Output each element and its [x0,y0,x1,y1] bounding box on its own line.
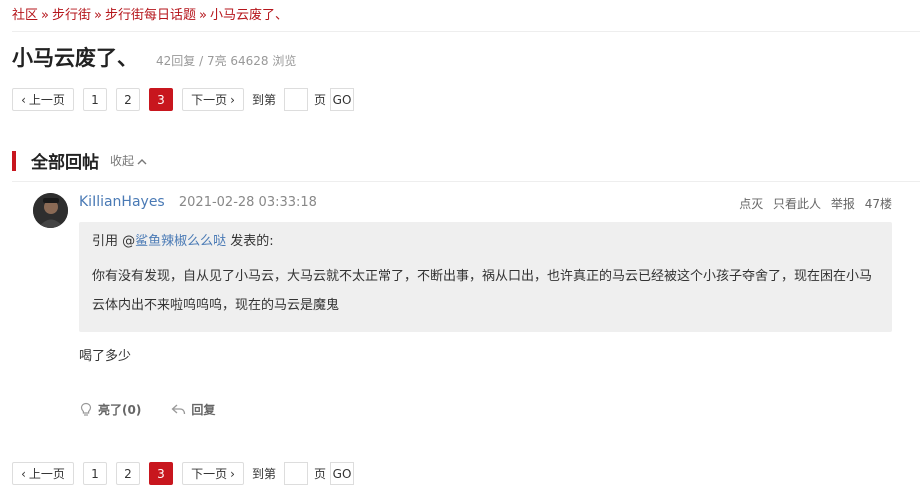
author-name[interactable]: KiIlianHayes [79,194,165,210]
pagination-top: ‹ 上一页 1 2 3 下一页 › 到第 页 GO [12,88,355,111]
quoted-user-link[interactable]: 鲨鱼辣椒么么哒 [135,234,226,249]
post-meta: KiIlianHayes 2021-02-28 03:33:18 [79,194,317,210]
page-unit-label: 页 [314,467,327,481]
page-2-button[interactable]: 2 [116,462,140,485]
page-3-button-current[interactable]: 3 [149,462,173,485]
breadcrumb-community[interactable]: 社区 [12,8,38,23]
breadcrumb-daily-topic[interactable]: 步行街每日话题 [105,8,196,23]
avatar-image [33,193,68,228]
chevron-right-icon: › [230,92,235,107]
section-accent-bar [12,150,16,171]
section-title: 全部回帖 [31,153,99,173]
quote-body: 你有没有发现，自从见了小马云，大马云就不太正常了，不断出事，祸从口出，也许真正的… [92,269,873,313]
page-1-button[interactable]: 1 [83,462,107,485]
reply-icon [171,403,186,416]
pagination-bottom: ‹ 上一页 1 2 3 下一页 › 到第 页 GO [12,462,355,485]
prev-page-label: 上一页 [28,467,65,481]
page-2-button[interactable]: 2 [116,88,140,111]
go-button[interactable]: GO [330,88,355,111]
prev-page-button[interactable]: ‹ 上一页 [12,462,74,485]
floor-number[interactable]: 47楼 [865,197,892,211]
breadcrumb-separator: » [198,8,207,23]
next-page-label: 下一页 [191,467,228,481]
goto-label: 到第 [252,467,277,481]
goto-label: 到第 [252,93,277,107]
collapse-label: 收起 [110,154,135,168]
breadcrumb-current-thread[interactable]: 小马云废了、 [210,8,288,23]
reply-button[interactable]: 回复 [171,401,215,418]
all-replies-header: 全部回帖 收起 [12,148,147,173]
post-time: 2021-02-28 03:33:18 [178,195,317,210]
thread-header: 小马云废了、 42回复 / 7亮 64628 浏览 [12,42,296,72]
next-page-button[interactable]: 下一页 › [182,462,244,485]
chevron-right-icon: › [230,466,235,481]
thread-title: 小马云废了、 [12,46,138,70]
light-button[interactable]: 亮了(0) [79,401,141,418]
page-3-button-current[interactable]: 3 [149,88,173,111]
prev-page-button[interactable]: ‹ 上一页 [12,88,74,111]
lightbulb-icon [79,402,93,417]
only-this-author-link[interactable]: 只看此人 [773,197,821,211]
quote-block: 引用 @鲨鱼辣椒么么哒 发表的: 你有没有发现，自从见了小马云，大马云就不太正常… [79,222,892,332]
avatar[interactable] [33,193,68,228]
reply-label: 回复 [191,403,216,417]
thread-stats: 42回复 / 7亮 64628 浏览 [156,54,297,68]
divider [12,181,920,182]
page-jump-input[interactable] [284,88,309,111]
post-actions: 点灭 只看此人 举报 47楼 [733,195,892,212]
quote-prefix: 引用 @ [92,234,136,249]
breadcrumb: 社区» 步行街» 步行街每日话题» 小马云废了、 [12,4,288,23]
breadcrumb-separator: » [94,8,102,23]
breadcrumb-pedestrian-street[interactable]: 步行街 [52,8,91,23]
divider [12,31,920,32]
go-button[interactable]: GO [330,462,355,485]
dislike-link[interactable]: 点灭 [739,197,763,211]
collapse-toggle[interactable]: 收起 [110,152,147,169]
quote-header: 引用 @鲨鱼辣椒么么哒 发表的: [92,232,879,252]
page-1-button[interactable]: 1 [83,88,107,111]
chevron-up-icon [137,159,147,165]
page-jump-input[interactable] [284,462,309,485]
prev-page-label: 上一页 [28,93,65,107]
quote-suffix: 发表的: [230,234,274,249]
post-content: 喝了多少 [79,349,132,364]
light-label: 亮了(0) [98,403,142,417]
post-footer-actions: 亮了(0) 回复 [79,401,245,418]
chevron-left-icon: ‹ [21,466,26,481]
report-link[interactable]: 举报 [831,197,855,211]
next-page-button[interactable]: 下一页 › [182,88,244,111]
breadcrumb-separator: » [41,8,49,23]
next-page-label: 下一页 [191,93,228,107]
chevron-left-icon: ‹ [21,92,26,107]
page-unit-label: 页 [314,93,327,107]
